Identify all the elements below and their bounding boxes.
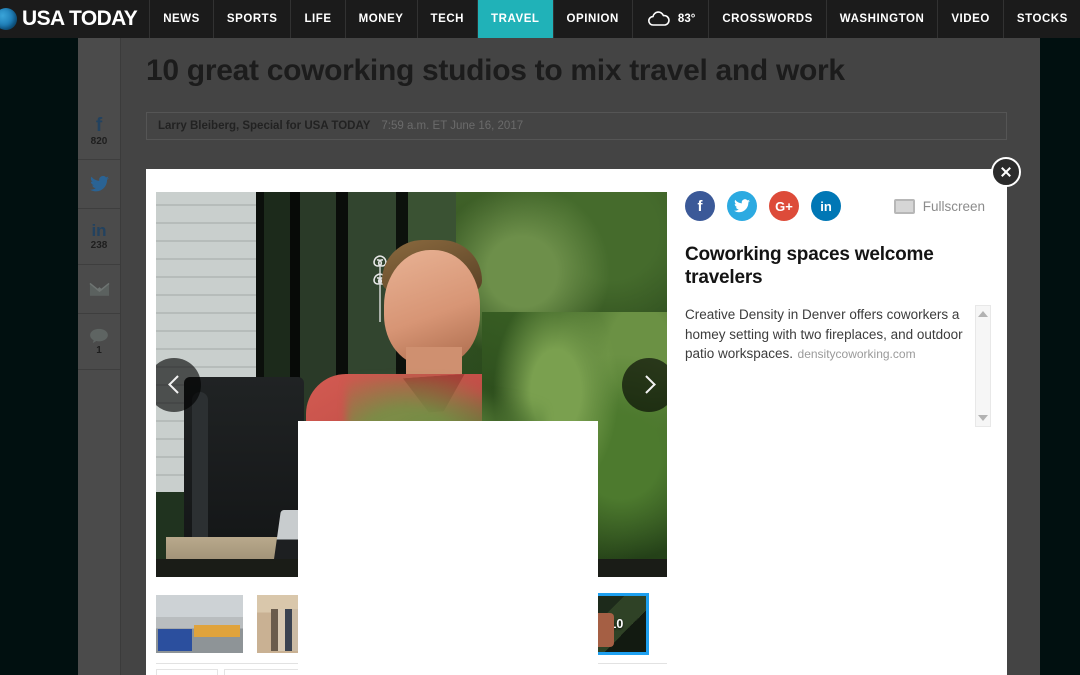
gallery-next-button[interactable]: [622, 357, 667, 412]
page-gutter-left: [0, 38, 78, 675]
byline-author: Larry Bleiberg, Special for USA TODAY: [158, 120, 371, 132]
fullscreen-icon: [893, 198, 915, 214]
fullscreen-button[interactable]: Fullscreen: [893, 198, 991, 214]
nav-item-life[interactable]: LIFE: [290, 0, 344, 38]
gallery-caption-credit: densitycoworking.com: [797, 347, 916, 362]
facebook-count: 820: [90, 136, 108, 147]
usa-today-logo[interactable]: USA TODAY: [0, 0, 150, 38]
nav-item-washington[interactable]: WASHINGTON: [825, 0, 938, 38]
byline: Larry Bleiberg, Special for USA TODAY 7:…: [146, 112, 1007, 140]
screen: USA TODAY NEWS SPORTS LIFE MONEY TECH TR…: [0, 0, 1080, 675]
comment-icon: [90, 328, 108, 343]
gallery-footer-box-left: [156, 669, 218, 675]
nav-item-money[interactable]: MONEY: [344, 0, 417, 38]
gallery-lightbox: 6 of 10 f G+ in Fullscreen Coworking spa…: [146, 169, 1007, 675]
gallery-caption-scroll-area: Creative Density in Denver offers cowork…: [685, 305, 991, 428]
share-twitter-button[interactable]: [727, 191, 757, 221]
share-facebook-button[interactable]: f: [685, 191, 715, 221]
share-email[interactable]: [78, 265, 120, 314]
byline-timestamp: 7:59 a.m. ET June 16, 2017: [381, 120, 524, 132]
nav-item-crosswords[interactable]: CROSSWORDS: [708, 0, 825, 38]
social-share-rail: f 820 in 238 1: [78, 38, 121, 675]
nav-weather[interactable]: 83°: [631, 0, 708, 38]
nav-item-sports[interactable]: SPORTS: [212, 0, 291, 38]
twitter-icon: [89, 176, 109, 192]
linkedin-count: 238: [90, 240, 108, 251]
weather-temperature: 83°: [677, 13, 696, 25]
comment-count: 1: [96, 344, 102, 356]
gallery-info-column: f G+ in Fullscreen Coworking spaces welc…: [685, 169, 1007, 675]
gallery-caption-title: Coworking spaces welcome travelers: [685, 244, 934, 289]
nav-item-opinion[interactable]: OPINION: [552, 0, 632, 38]
top-navigation: USA TODAY NEWS SPORTS LIFE MONEY TECH TR…: [0, 0, 1080, 38]
nav-item-video[interactable]: VIDEO: [937, 0, 1003, 38]
share-linkedin[interactable]: in 238: [78, 209, 120, 265]
gallery-thumbnail-1[interactable]: [156, 595, 243, 653]
share-comments[interactable]: 1: [78, 314, 120, 370]
close-lightbox-button[interactable]: [991, 157, 1021, 187]
logo-text: USA TODAY: [22, 7, 138, 30]
share-facebook[interactable]: f 820: [78, 104, 120, 160]
share-linkedin-button[interactable]: in: [811, 191, 841, 221]
page-title: 10 great coworking studios to mix travel…: [146, 54, 845, 87]
chevron-right-icon: [636, 375, 656, 394]
share-googleplus-button[interactable]: G+: [769, 191, 799, 221]
fullscreen-label: Fullscreen: [922, 198, 985, 214]
page-gutter-right: [1040, 38, 1080, 675]
chevron-left-icon: [167, 375, 187, 394]
nav-item-travel[interactable]: TRAVEL: [477, 0, 553, 38]
facebook-icon: f: [697, 197, 703, 215]
email-icon: [88, 282, 110, 296]
facebook-icon: f: [95, 115, 103, 136]
linkedin-icon: in: [91, 221, 107, 240]
google-plus-icon: G+: [775, 198, 793, 214]
linkedin-icon: in: [820, 198, 832, 214]
scroll-down-arrow-icon[interactable]: [978, 415, 988, 422]
globe-icon: [0, 8, 17, 30]
caption-scrollbar[interactable]: [975, 305, 991, 428]
twitter-icon: [734, 199, 750, 213]
gallery-ad-slot: [298, 421, 598, 675]
share-twitter[interactable]: [78, 160, 120, 209]
gallery-share-row: f G+ in Fullscreen: [685, 191, 991, 221]
cloud-icon: [646, 11, 672, 27]
nav-item-tech[interactable]: TECH: [416, 0, 478, 38]
scroll-up-arrow-icon[interactable]: [978, 311, 988, 318]
close-icon: [1000, 166, 1012, 178]
nav-item-news[interactable]: NEWS: [149, 0, 213, 38]
nav-item-stocks[interactable]: STOCKS: [1002, 0, 1080, 38]
